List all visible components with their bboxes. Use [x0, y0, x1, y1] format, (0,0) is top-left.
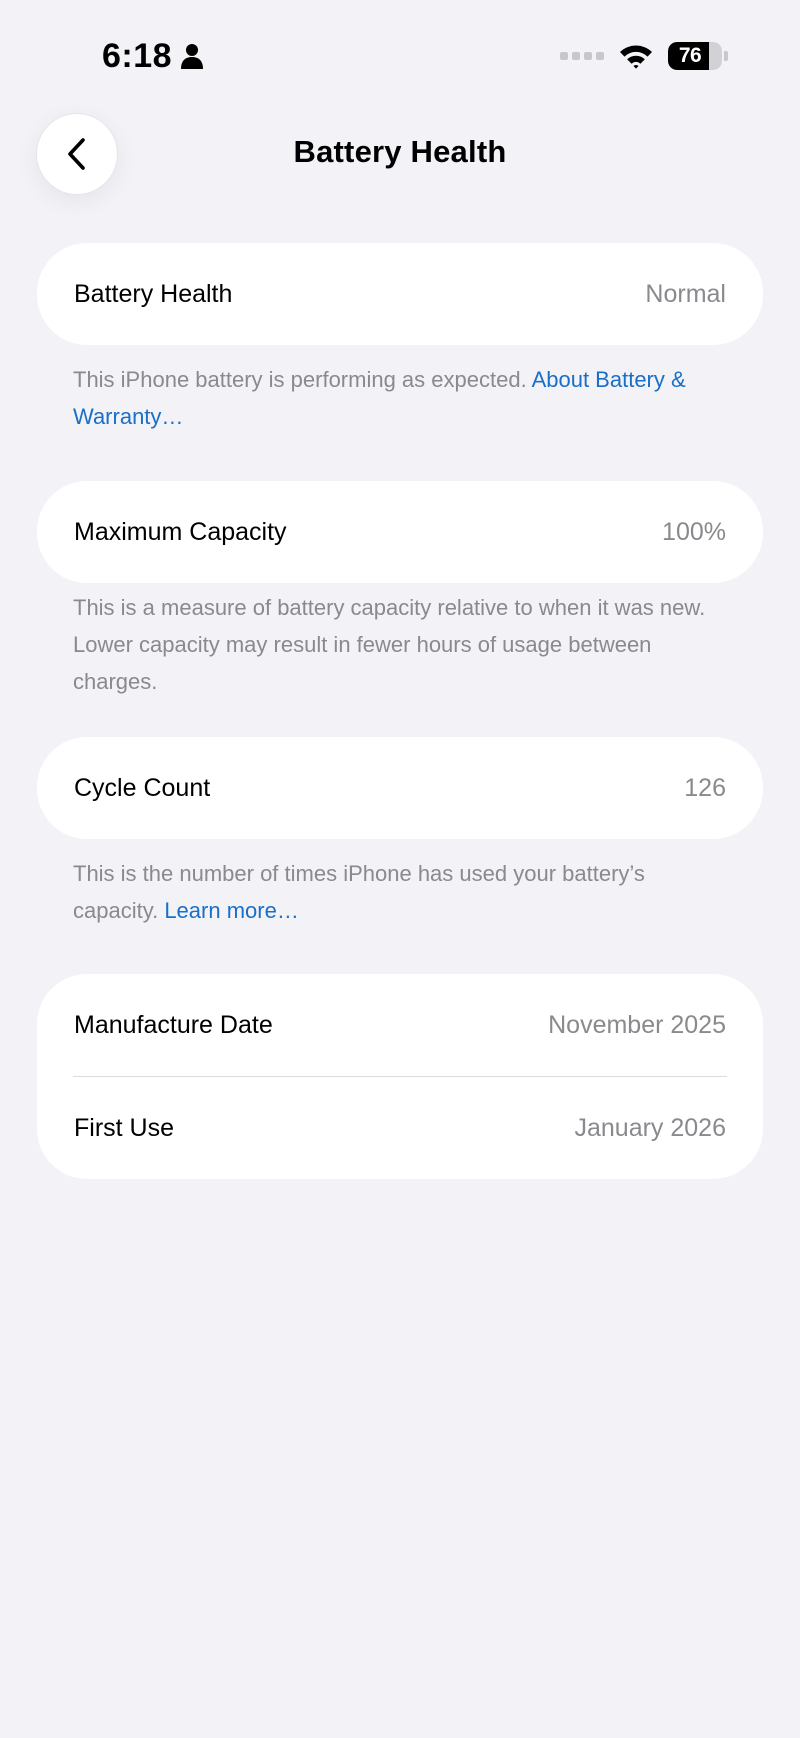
learn-more-link[interactable]: Learn more…	[164, 898, 299, 923]
battery-cap	[724, 51, 728, 61]
cycle-count-note-text: This is the number of times iPhone has u…	[73, 861, 645, 923]
cycle-count-card: Cycle Count 126	[37, 737, 763, 839]
maximum-capacity-label: Maximum Capacity	[74, 517, 287, 546]
first-use-value: January 2026	[574, 1113, 726, 1142]
cycle-count-row: Cycle Count 126	[37, 737, 763, 839]
battery-health-note-text: This iPhone battery is performing as exp…	[73, 367, 532, 392]
manufacture-date-value: November 2025	[548, 1010, 726, 1039]
status-time-group: 6:18	[102, 36, 204, 76]
battery-icon: 76	[668, 42, 722, 70]
maximum-capacity-note: This is a measure of battery capacity re…	[73, 595, 706, 694]
cycle-count-value: 126	[684, 773, 726, 802]
battery-health-row: Battery Health Normal	[37, 243, 763, 345]
maximum-capacity-card: Maximum Capacity 100%	[37, 481, 763, 583]
maximum-capacity-value: 100%	[662, 517, 726, 546]
first-use-row: First Use January 2026	[37, 1077, 763, 1179]
cycle-count-note: This is the number of times iPhone has u…	[73, 855, 733, 929]
manufacture-date-row: Manufacture Date November 2025	[37, 974, 763, 1076]
manufacture-date-label: Manufacture Date	[74, 1010, 273, 1039]
status-time: 6:18	[102, 37, 173, 75]
dates-card: Manufacture Date November 2025 First Use…	[37, 974, 763, 1179]
battery-level-text: 76	[678, 44, 702, 67]
page-title: Battery Health	[293, 134, 507, 169]
status-bar: 6:18 76	[0, 0, 800, 110]
battery-health-note: This iPhone battery is performing as exp…	[73, 361, 733, 435]
maximum-capacity-row: Maximum Capacity 100%	[37, 481, 763, 583]
status-indicators: 76	[560, 42, 728, 70]
person-icon	[180, 43, 204, 69]
first-use-label: First Use	[74, 1113, 174, 1142]
battery-health-value: Normal	[645, 279, 726, 308]
cellular-signal-icon	[560, 52, 604, 60]
wifi-icon	[618, 42, 654, 70]
cycle-count-label: Cycle Count	[74, 773, 211, 802]
navigation-bar: Battery Health	[0, 110, 800, 200]
battery-health-label: Battery Health	[74, 279, 233, 308]
battery-health-card: Battery Health Normal	[37, 243, 763, 345]
